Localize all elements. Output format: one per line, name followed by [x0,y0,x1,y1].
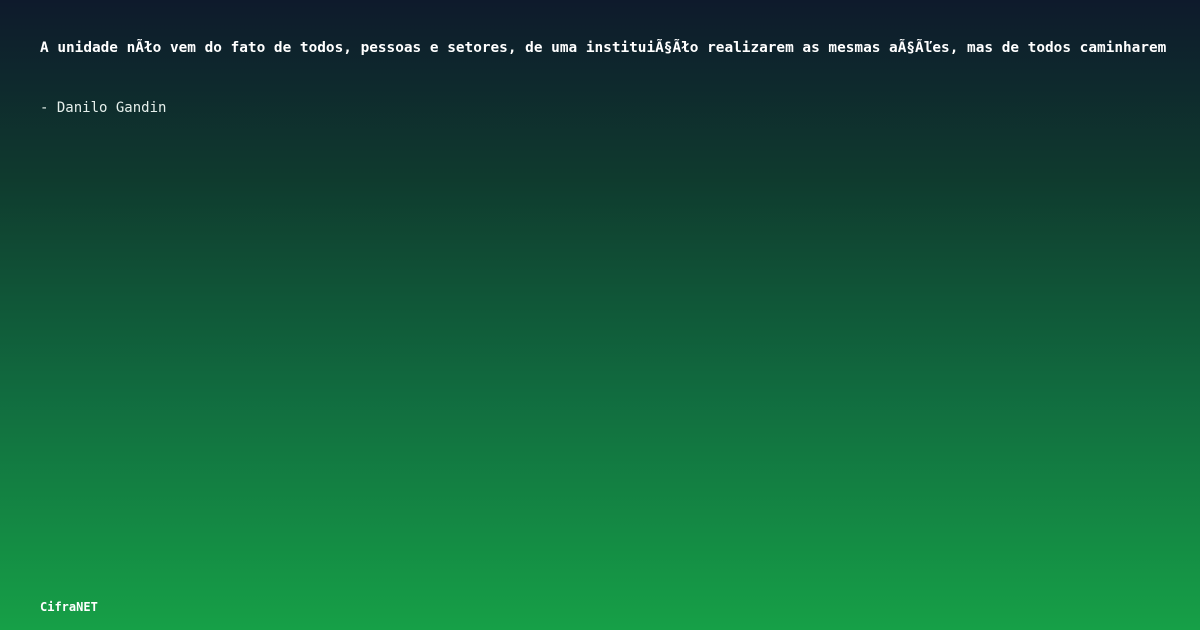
quote-text: A unidade nÃło vem do fato de todos, pes… [40,40,1167,56]
brand-logo-text[interactable]: CifraNET [40,598,98,616]
quote-author: - Danilo Gandin [40,100,167,116]
